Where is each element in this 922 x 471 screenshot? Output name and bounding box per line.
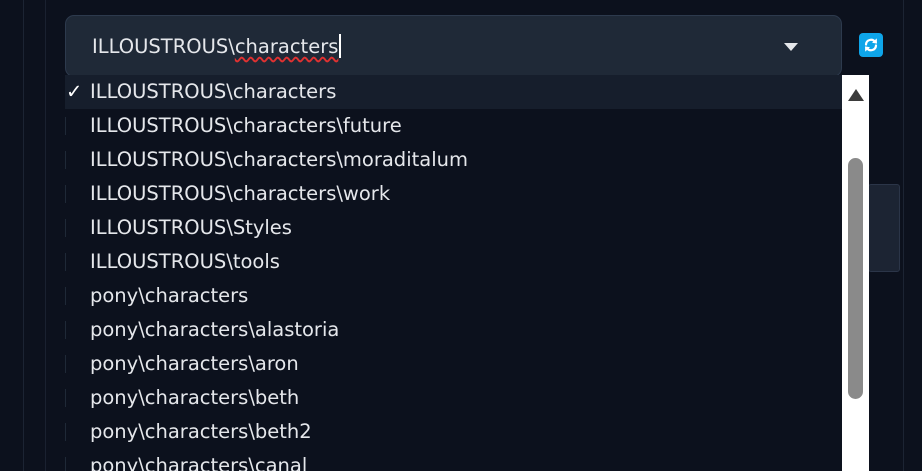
panel-border-inner-left — [45, 0, 46, 471]
background-panel-box — [868, 184, 900, 272]
folder-select-dropdown[interactable]: ILLOUSTROUS\characters — [65, 15, 842, 77]
dropdown-scrollbar[interactable] — [842, 75, 869, 471]
option-divider — [65, 321, 66, 339]
dropdown-option-label: ILLOUSTROUS\characters\moraditalum — [90, 148, 468, 171]
option-divider — [65, 117, 66, 135]
dropdown-option[interactable]: pony\characters\aron — [65, 347, 842, 381]
dropdown-option[interactable]: ILLOUSTROUS\tools — [65, 245, 842, 279]
dropdown-option-label: pony\characters\alastoria — [90, 318, 340, 341]
checkmark-icon: ✓ — [66, 80, 83, 103]
dropdown-option[interactable]: pony\characters\canal — [65, 449, 842, 471]
option-divider — [65, 287, 66, 305]
refresh-button[interactable] — [859, 33, 883, 57]
input-value-misspelled-word: characters — [234, 35, 339, 58]
refresh-icon — [864, 38, 878, 52]
option-divider — [65, 185, 66, 203]
dropdown-option-label: ILLOUSTROUS\characters\future — [90, 114, 402, 137]
dropdown-option-label: pony\characters\beth2 — [90, 420, 312, 443]
dropdown-option[interactable]: ✓ ILLOUSTROUS\characters — [65, 75, 842, 109]
dropdown-option[interactable]: ILLOUSTROUS\characters\work — [65, 177, 842, 211]
scrollbar-thumb[interactable] — [848, 158, 863, 399]
dropdown-option[interactable]: ILLOUSTROUS\characters\moraditalum — [65, 143, 842, 177]
dropdown-option-label: ILLOUSTROUS\characters — [90, 80, 337, 103]
panel-border-right — [903, 0, 904, 471]
dropdown-option-label: pony\characters\aron — [90, 352, 299, 375]
dropdown-option[interactable]: ILLOUSTROUS\characters\future — [65, 109, 842, 143]
dropdown-option[interactable]: pony\characters\beth2 — [65, 415, 842, 449]
text-cursor — [339, 34, 341, 58]
dropdown-option[interactable]: pony\characters — [65, 279, 842, 313]
option-divider — [65, 423, 66, 441]
scroll-up-arrow-icon[interactable] — [848, 89, 864, 101]
dropdown-option-label: pony\characters\beth — [90, 386, 300, 409]
dropdown-option-label: ILLOUSTROUS\tools — [90, 250, 280, 273]
option-divider — [65, 151, 66, 169]
option-divider — [65, 355, 66, 373]
dropdown-option-label: ILLOUSTROUS\characters\work — [90, 182, 391, 205]
dropdown-option-label: pony\characters\canal — [90, 454, 308, 471]
option-divider — [65, 457, 66, 471]
option-divider — [65, 253, 66, 271]
dropdown-option[interactable]: pony\characters\alastoria — [65, 313, 842, 347]
panel-border-left — [23, 0, 24, 471]
dropdown-option-label: ILLOUSTROUS\Styles — [90, 216, 292, 239]
folder-select-input[interactable]: ILLOUSTROUS\characters — [92, 33, 341, 61]
dropdown-option[interactable]: ILLOUSTROUS\Styles — [65, 211, 842, 245]
dropdown-options-list: ✓ ILLOUSTROUS\characters ILLOUSTROUS\cha… — [65, 75, 842, 471]
dropdown-option-label: pony\characters — [90, 284, 249, 307]
dropdown-option[interactable]: pony\characters\beth — [65, 381, 842, 415]
option-divider — [65, 219, 66, 237]
chevron-down-icon[interactable] — [784, 43, 798, 51]
input-value-prefix: ILLOUSTROUS\ — [92, 35, 235, 58]
option-divider — [65, 389, 66, 407]
